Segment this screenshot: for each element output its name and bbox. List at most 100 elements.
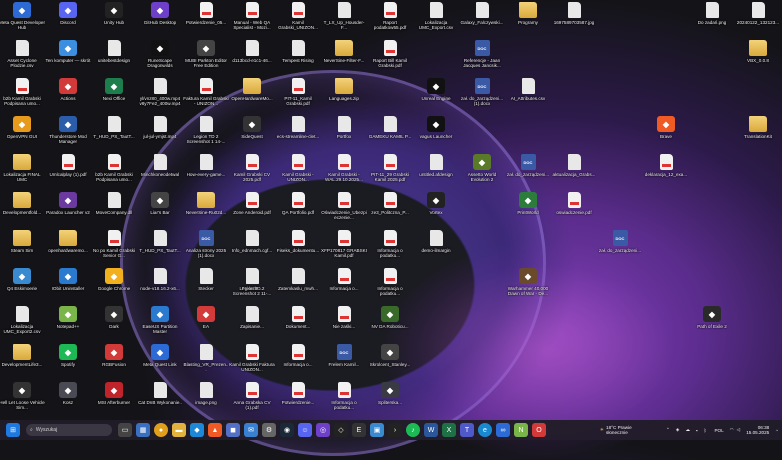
desktop-icon[interactable]: Lokalizacja UMC_Export.csv	[414, 2, 458, 31]
desktop-icon[interactable]: Lokalizacja FINAL UMC	[0, 154, 44, 183]
desktop-icon[interactable]: ◆ IObit Uninstaller	[46, 268, 90, 291]
desktop-icon[interactable]: ◆ Paradox Launcher v2	[46, 192, 90, 215]
desktop-icon[interactable]: Kamil Grabski - WAL.29.10.2025...	[322, 154, 366, 183]
desktop-icon[interactable]: OpenHardwareMo...	[230, 78, 274, 101]
desktop-icon[interactable]: No po Kamil Grabski Senior G...	[92, 230, 136, 259]
desktop-icon[interactable]: ◆ Kosz	[46, 382, 90, 405]
desktop-icon[interactable]: Stecker	[184, 268, 228, 291]
discord-icon[interactable]: ☺	[298, 423, 312, 437]
settings-icon[interactable]: ⚙	[262, 423, 276, 437]
desktop-icon[interactable]: ◆ EaseUS Partition Master	[138, 306, 182, 335]
desktop-icon[interactable]: 20240122_132123...	[736, 2, 780, 25]
language-indicator[interactable]: POL	[714, 428, 723, 433]
desktop-icon[interactable]: Minchkoneodetwal	[138, 154, 182, 177]
desktop-icon[interactable]: ◆ Discord	[46, 2, 90, 25]
desktop-icon[interactable]: AI_Attributes.csv	[506, 78, 550, 101]
desktop-icon[interactable]: openhardwaremo...	[46, 230, 90, 253]
desktop-icon[interactable]: ◆ SideQuest	[230, 116, 274, 139]
desktop-icon[interactable]: Informacja o...	[276, 344, 320, 367]
desktop-icon[interactable]: Raport podatkow55.pdf	[368, 2, 412, 31]
desktop-icon[interactable]: unitebestdesign	[92, 40, 136, 63]
desktop-icon[interactable]: Potwierdzenie...	[276, 382, 320, 405]
desktop-icon[interactable]: NeverSine-Filter-F...	[322, 40, 366, 63]
desktop-icon[interactable]: ◆ Liar's Bar	[138, 192, 182, 215]
desktop-icon[interactable]: ◆ Meta Quest Link	[138, 344, 182, 367]
chevron-up-icon[interactable]: ⌃	[666, 427, 670, 433]
steam-icon[interactable]: ◉	[280, 423, 294, 437]
desktop-icon[interactable]: DOC Frelem Kamil...	[322, 344, 366, 367]
desktop-icon[interactable]: ◆ Ten komputer — skrót	[46, 40, 90, 63]
wifi-icon[interactable]: ◠	[730, 427, 734, 433]
desktop-icon[interactable]: Fiseks_dokumentu...	[276, 230, 320, 253]
desktop-icon[interactable]: ◆ Spliterska...	[368, 382, 412, 405]
desktop-icon[interactable]: ◆ Vortex	[414, 192, 458, 215]
desktop-icon[interactable]: ◆ Notepad++	[46, 306, 90, 329]
desktop-icon[interactable]: Manual - Web QA Specialist - Mozi...	[230, 2, 274, 31]
desktop-icon[interactable]: Cat DnB Wykonanie..	[138, 382, 182, 405]
desktop-icon[interactable]: GAMEKU KAMIL P...	[368, 116, 412, 139]
desktop-icon[interactable]: ◆ MSI Afterburner	[92, 382, 136, 405]
brave-icon[interactable]: ▲	[208, 423, 222, 437]
desktop-icon[interactable]: ◆ OpenVPN GUI	[0, 116, 44, 139]
desktop-icon[interactable]: Galaxy_Falczywski...	[460, 2, 504, 25]
task-view-icon[interactable]: ▭	[118, 423, 132, 437]
mail-icon[interactable]: ✉	[244, 423, 258, 437]
desktop-icon[interactable]: VBX_0.0.8	[736, 40, 780, 63]
desktop-icon[interactable]: Dokument...	[276, 306, 320, 329]
desktop-icon[interactable]: Blasting_VR_Prezen...	[184, 344, 228, 373]
desktop-icon[interactable]: Portfox	[322, 116, 366, 139]
desktop-icon[interactable]: ◆ Meta Quest Developer Hub	[0, 2, 45, 31]
file-explorer-icon[interactable]: ▬	[172, 423, 186, 437]
spotify-icon[interactable]: ♪	[406, 423, 420, 437]
desktop-icon[interactable]: Zapisanie...	[230, 306, 274, 329]
desktop-icon[interactable]: Do zadań.png	[690, 2, 734, 25]
desktop-icon[interactable]: T_LX_Up_Housder-F...	[322, 2, 366, 31]
desktop-icon[interactable]: ◆ Actions	[46, 78, 90, 101]
desktop-icon[interactable]: Kamil Grabski Faktura UNIZON...	[229, 344, 275, 373]
edge-icon[interactable]: e	[478, 423, 492, 437]
taskbar-search[interactable]: ⌕ Wyszukaj	[26, 424, 112, 436]
desktop-icon[interactable]: Informacja o podatku...	[322, 382, 366, 411]
desktop-icon[interactable]: DOC Referencje - Jaan Jacques Jancsik...	[460, 40, 504, 69]
desktop-icon[interactable]: Lokalizacja UMC_Export2.csv	[0, 306, 44, 335]
desktop-icon[interactable]: Potwierdzenie_05...	[184, 2, 228, 25]
desktop-icon[interactable]: ◆ Warhammer 40,000 Dawn of War - De...	[506, 268, 550, 297]
desktop-icon[interactable]: Informacja o podatku...	[368, 230, 412, 259]
desktop-icon[interactable]: DOC Analiza strony 2025 (1).docx	[184, 230, 228, 259]
desktop-icon[interactable]: Developmentfold...	[0, 192, 44, 215]
desktop-icon[interactable]: ◆ EA	[184, 306, 228, 329]
desktop-icon[interactable]: ◆ Q4 Eskimoerie	[0, 268, 44, 291]
github-icon[interactable]: ◎	[316, 423, 330, 437]
desktop-icon[interactable]: PIT-11_Kamil Grabski.pdf	[276, 78, 320, 107]
word-icon[interactable]: W	[424, 423, 438, 437]
desktop-icon[interactable]: T_HUD_PS_TautT...	[138, 230, 182, 253]
desktop-icon[interactable]: PIT-11_29 Grabski Kamil 2025.pdf	[368, 154, 412, 183]
cloud-icon[interactable]: ☁	[685, 427, 690, 433]
bluetooth-icon[interactable]: ᛒ	[704, 428, 707, 433]
desktop-icon[interactable]: XFP170817 GRABSKI Kamil.pdf	[321, 230, 367, 259]
desktop-icon[interactable]: ◆ Path of Exile 2	[690, 306, 734, 329]
desktop-icon[interactable]: Info_ednmach.cgf...	[230, 230, 274, 253]
meta-icon[interactable]: ∞	[496, 423, 510, 437]
desktop-icon[interactable]: image.png	[184, 382, 228, 405]
desktop-icon[interactable]: Oświadczenie_Ubezpieczenie...	[321, 192, 367, 221]
desktop-icon[interactable]: ◆ PrintWorld	[506, 192, 550, 215]
desktop-icon[interactable]: DOC zał. do_zarządzeni... (1).docx	[460, 78, 504, 107]
desktop-icon[interactable]: Nie zaśki...	[322, 306, 366, 329]
desktop-icon[interactable]: ◆ Unity Hub	[92, 2, 136, 25]
desktop-icon[interactable]: ◆ Brave	[644, 116, 688, 139]
desktop-icon[interactable]: Zatemkaslu_mwh...	[276, 268, 320, 291]
desktop-icon[interactable]: ◆ Skrolcent_Stanley...	[368, 344, 412, 367]
desktop-icon[interactable]: jul-jul-ymjst.mp4	[138, 116, 182, 139]
desktop-icon[interactable]: ◆ GitHub Desktop	[138, 2, 182, 25]
teams-icon[interactable]: T	[460, 423, 474, 437]
desktop-icon[interactable]: NeverSine-Ru02d...	[184, 192, 228, 215]
desktop-icon[interactable]: MoveCompany.dll	[92, 192, 136, 215]
desktop-icon[interactable]: ◆ Unreal Engine	[414, 78, 458, 101]
clock[interactable]: 06:38 15.05.2025	[746, 425, 769, 435]
desktop-icon[interactable]: ◆ Hell Let Loose Vehicle Sim...	[0, 382, 45, 411]
widgets-icon[interactable]: ▦	[136, 423, 150, 437]
desktop-icon[interactable]: ◆ Assetto World Evolution 2	[460, 154, 504, 183]
shield-icon[interactable]: ◈	[676, 427, 680, 433]
desktop-icon[interactable]: TranslationKit	[736, 116, 780, 139]
